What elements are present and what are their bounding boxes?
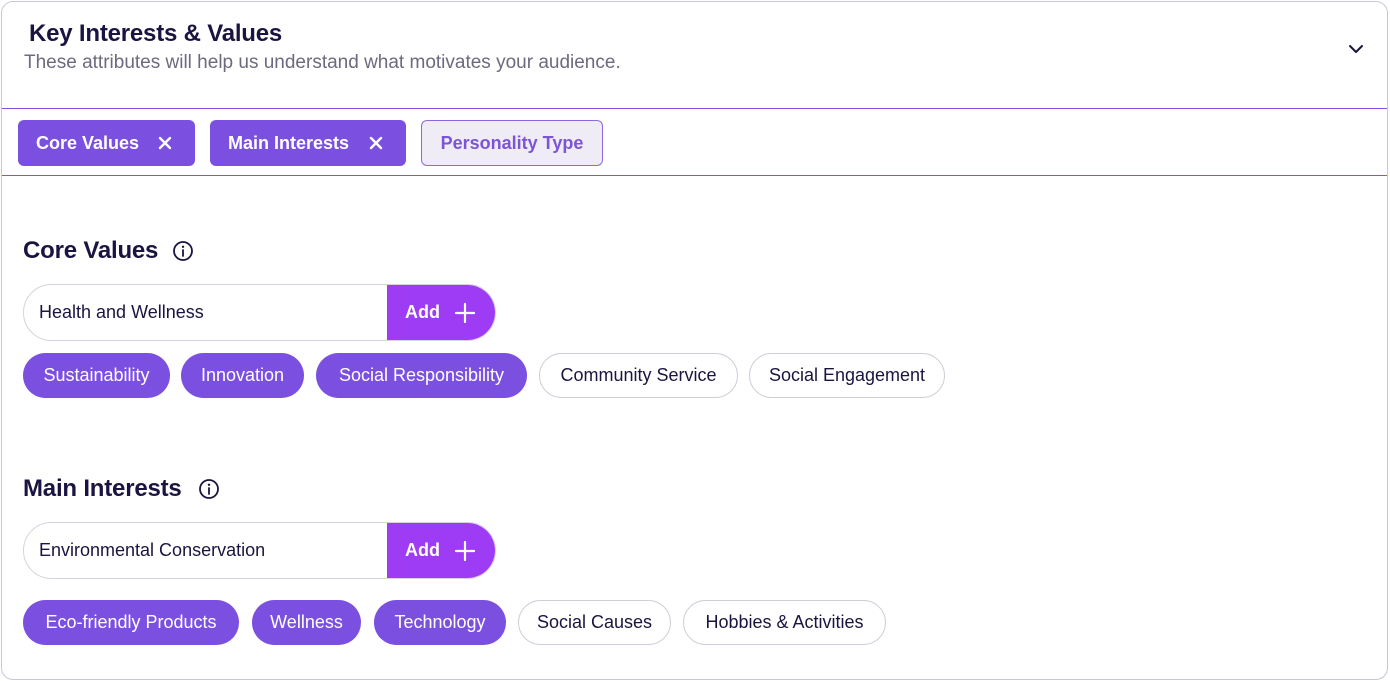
close-icon[interactable] <box>366 133 386 153</box>
main-interests-input[interactable] <box>24 523 389 578</box>
tab-label: Core Values <box>36 132 140 153</box>
tab-personality-type[interactable]: Personality Type <box>421 120 603 166</box>
chip-social-responsibility[interactable]: Social Responsibility <box>316 353 527 398</box>
chip-innovation[interactable]: Innovation <box>181 353 304 398</box>
chip-wellness[interactable]: Wellness <box>252 600 361 645</box>
chevron-down-icon[interactable] <box>1345 38 1367 60</box>
plus-icon <box>454 540 476 562</box>
add-label: Add <box>405 302 440 322</box>
chip-sustainability[interactable]: Sustainability <box>23 353 170 398</box>
core-values-add-button[interactable]: Add <box>387 285 495 340</box>
add-label: Add <box>405 540 440 560</box>
info-icon[interactable] <box>198 478 220 500</box>
tab-label: Main Interests <box>228 132 350 153</box>
chip-hobbies-activities[interactable]: Hobbies & Activities <box>683 600 886 645</box>
core-values-input-group: Add <box>23 284 496 341</box>
plus-icon <box>454 302 476 324</box>
tab-core-values[interactable]: Core Values <box>18 120 195 166</box>
main-interests-input-group: Add <box>23 522 496 579</box>
chip-eco-friendly-products[interactable]: Eco-friendly Products <box>23 600 239 645</box>
chip-community-service[interactable]: Community Service <box>539 353 738 398</box>
chip-social-causes[interactable]: Social Causes <box>518 600 671 645</box>
key-interests-panel: Key Interests & Values These attributes … <box>1 1 1388 680</box>
tab-label: Personality Type <box>440 132 584 153</box>
selected-categories-bar: Core Values Main Interests Personality T… <box>2 109 1387 176</box>
close-icon[interactable] <box>155 133 175 153</box>
chip-social-engagement[interactable]: Social Engagement <box>749 353 945 398</box>
main-interests-title: Main Interests <box>23 475 182 502</box>
tab-main-interests[interactable]: Main Interests <box>210 120 406 166</box>
chip-technology[interactable]: Technology <box>374 600 506 645</box>
main-interests-add-button[interactable]: Add <box>387 523 495 578</box>
core-values-input[interactable] <box>24 285 389 340</box>
panel-header: Key Interests & Values These attributes … <box>2 2 1387 109</box>
core-values-title: Core Values <box>23 237 159 264</box>
panel-title: Key Interests & Values <box>29 20 283 47</box>
info-icon[interactable] <box>172 240 194 262</box>
panel-subtitle: These attributes will help us understand… <box>24 52 621 73</box>
